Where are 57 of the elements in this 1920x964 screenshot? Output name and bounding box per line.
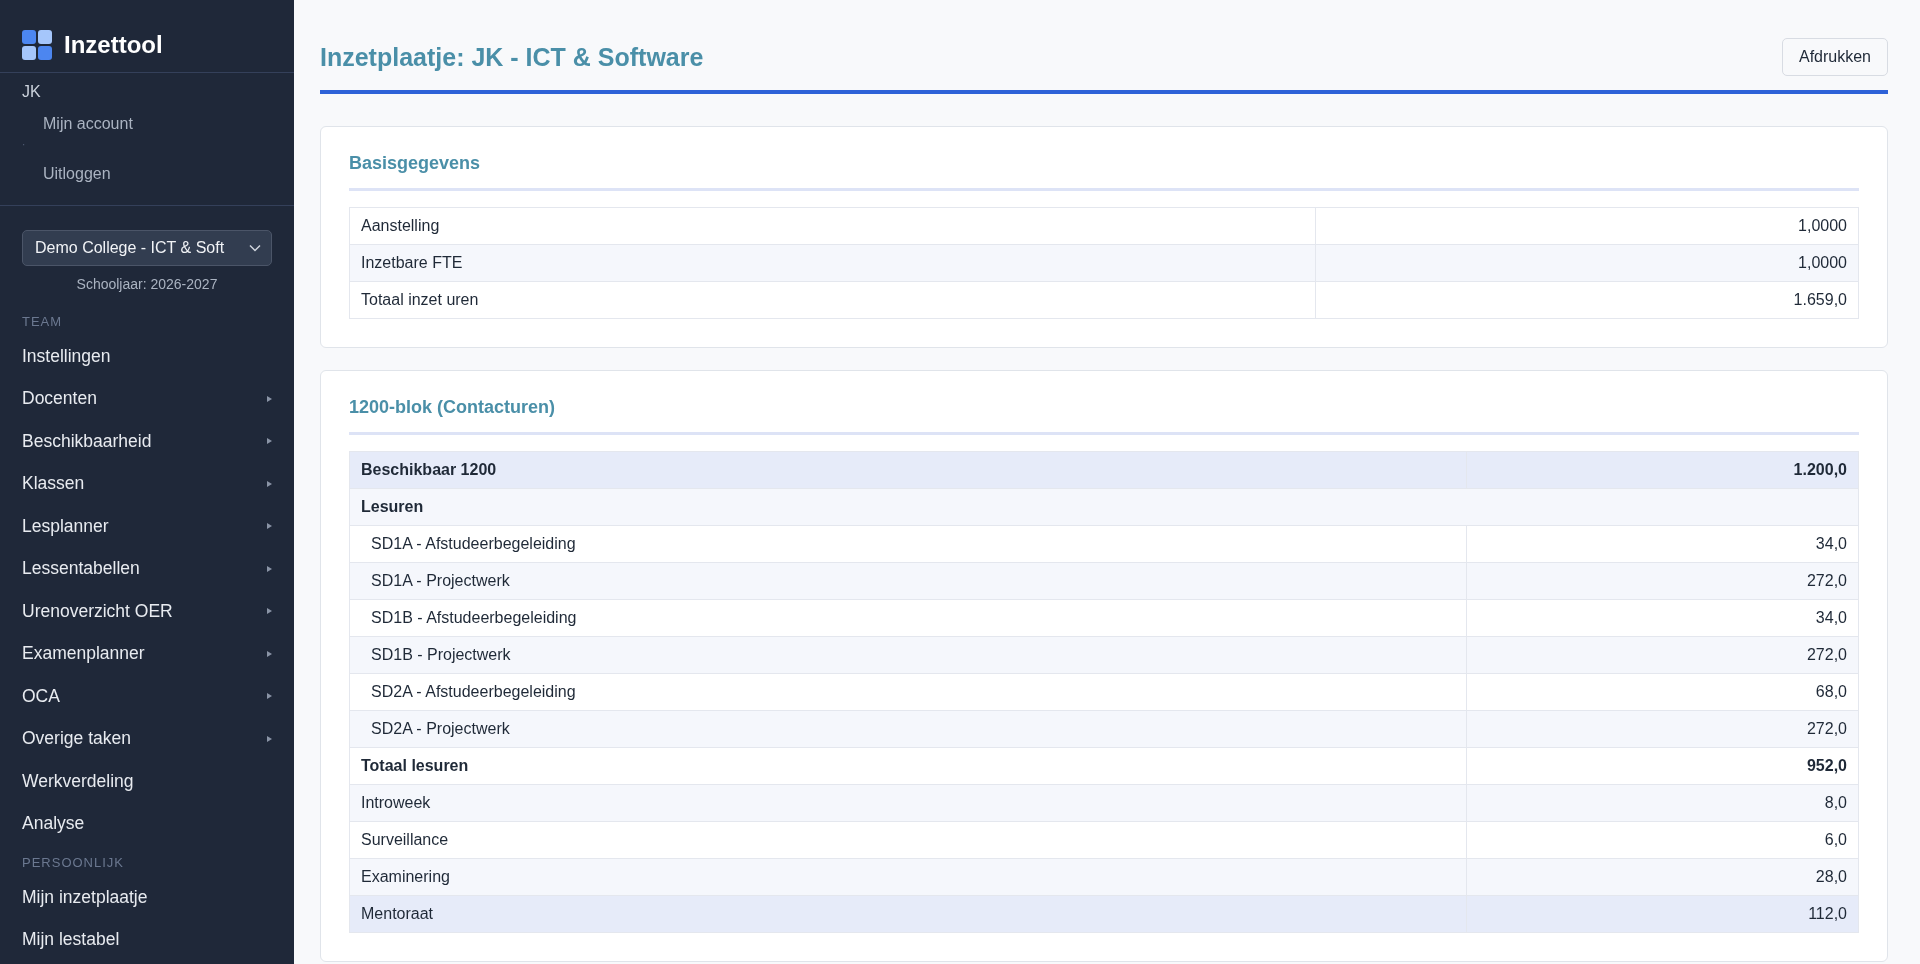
table-cell: Examinering [349, 858, 1467, 896]
submenu-arrow-icon [267, 735, 272, 742]
school-select[interactable]: Demo College - ICT & Soft [22, 230, 272, 266]
print-button[interactable]: Afdrukken [1781, 38, 1888, 76]
nav-item[interactable]: Mijn inzetplaatje [0, 876, 294, 919]
nav-item[interactable]: Analyse [0, 802, 294, 845]
submenu-arrow-icon [267, 438, 272, 445]
card-title: Basisgegevens [349, 153, 1859, 191]
submenu-arrow-icon [267, 608, 272, 615]
nav-item[interactable]: Examenplanner [0, 632, 294, 675]
nav-item[interactable]: Docenten [0, 377, 294, 420]
card-title: 1200-blok (Contacturen) [349, 397, 1859, 435]
submenu-arrow-icon [267, 480, 272, 487]
nav-item[interactable]: Mijn lestabel [0, 918, 294, 961]
table-cell: 1,0000 [1315, 244, 1859, 282]
table-cell: 272,0 [1466, 636, 1859, 674]
table-group-heading: Lesuren [349, 488, 1859, 526]
table-cell: 1.200,0 [1466, 451, 1859, 489]
nav-item[interactable]: Klassen [0, 462, 294, 505]
table-cell: Introweek [349, 784, 1467, 822]
account-link[interactable]: Mijn account [22, 109, 272, 139]
section-heading: PERSOONLIJK [21, 854, 126, 872]
nav-item[interactable]: Instellingen [0, 335, 294, 378]
table-cell: 28,0 [1466, 858, 1859, 896]
page-title: Inzetplaatje: JK - ICT & Software [320, 42, 704, 72]
submenu-arrow-icon [267, 693, 272, 700]
account-link[interactable]: Uitloggen [22, 159, 272, 189]
table-cell: SD1B - Projectwerk [349, 636, 1467, 674]
nav-item[interactable]: Werkverdeling [0, 760, 294, 803]
submenu-arrow-icon [267, 523, 272, 530]
table-cell: SD2A - Projectwerk [349, 710, 1467, 748]
table-cell: Inzetbare FTE [349, 244, 1316, 282]
app-brand: Inzettool [64, 31, 163, 59]
app-logo-icon [22, 30, 52, 60]
submenu-arrow-icon [267, 395, 272, 402]
submenu-arrow-icon [267, 650, 272, 657]
section-heading: TEAM [21, 313, 64, 331]
menu-separator: · [22, 139, 27, 152]
table-cell: 272,0 [1466, 562, 1859, 600]
table-cell: 272,0 [1466, 710, 1859, 748]
nav-item[interactable]: Lesplanner [0, 505, 294, 548]
table-cell: 112,0 [1466, 895, 1859, 933]
table-cell: 8,0 [1466, 784, 1859, 822]
nav-item[interactable]: Overige taken [0, 717, 294, 760]
nav-item[interactable]: Urenoverzicht OER [0, 590, 294, 633]
nav-item[interactable]: OCA [0, 675, 294, 718]
table-cell: 1.659,0 [1315, 281, 1859, 319]
submenu-arrow-icon [267, 565, 272, 572]
table-cell: Mentoraat [349, 895, 1467, 933]
chevron-down-icon [249, 244, 261, 252]
nav-item[interactable]: Beschikbaarheid [0, 420, 294, 463]
user-name: JK [22, 83, 42, 101]
nav-item[interactable]: Lessentabellen [0, 547, 294, 590]
school-year: Schooljaar: 2026-2027 [75, 276, 219, 292]
table-cell: Totaal inzet uren [349, 281, 1316, 319]
table-cell: Beschikbaar 1200 [349, 451, 1467, 489]
table-cell: SD1A - Projectwerk [349, 562, 1467, 600]
